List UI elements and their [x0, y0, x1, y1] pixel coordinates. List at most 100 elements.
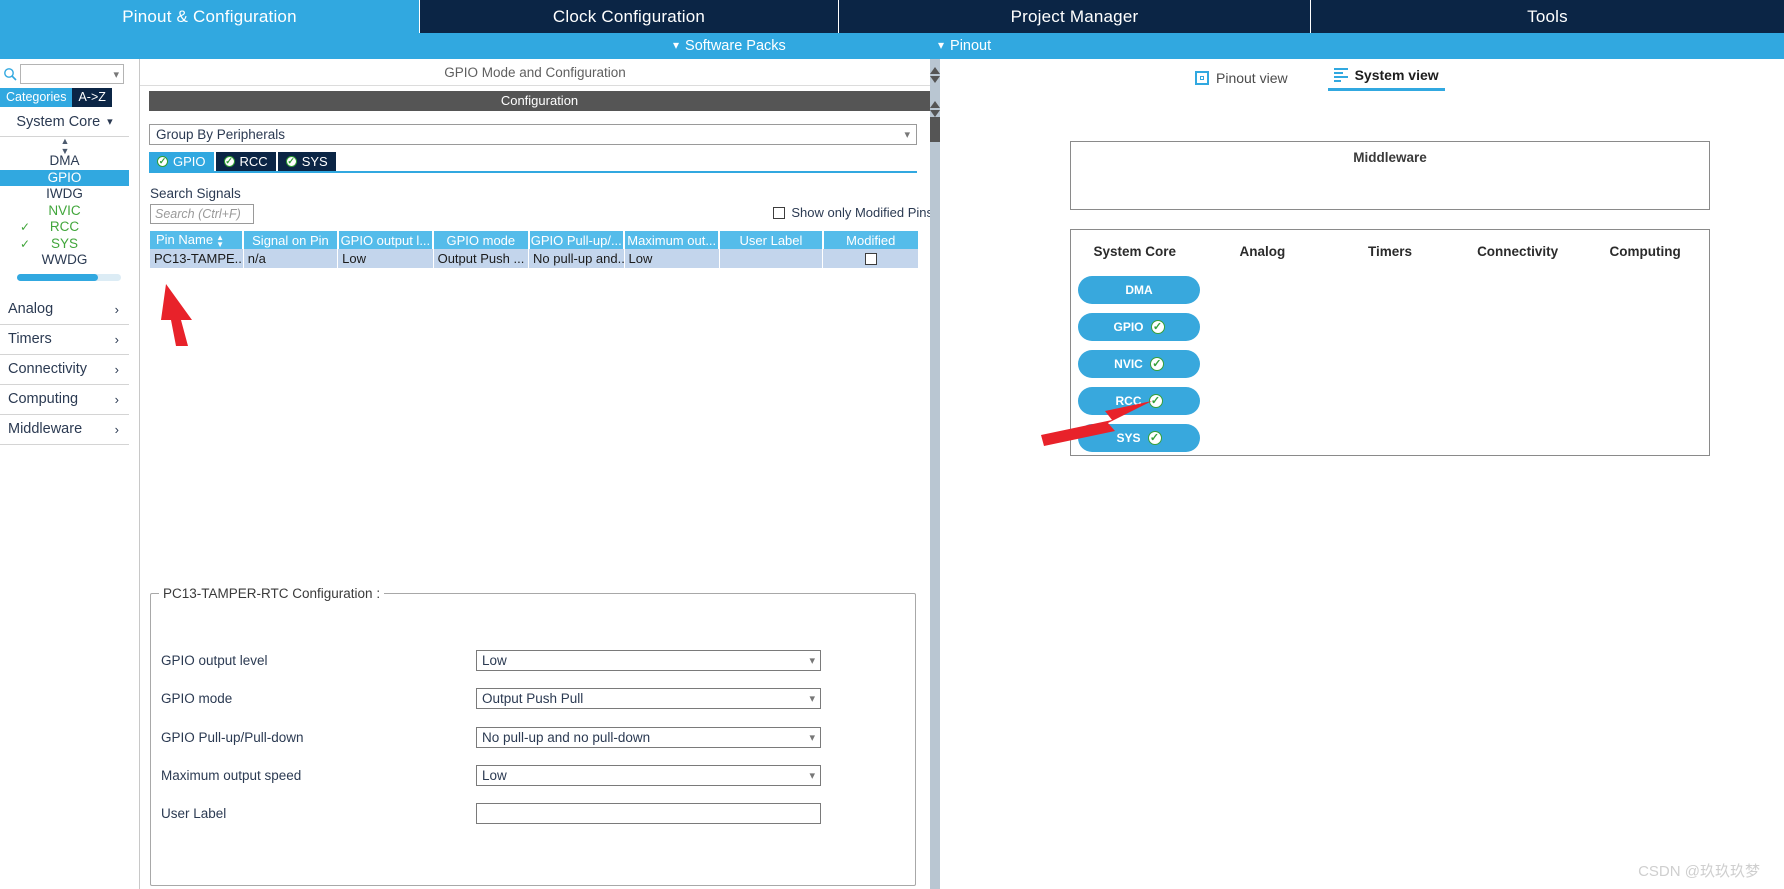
chevron-down-icon: ▾ — [113, 68, 119, 81]
tab-tools-label: Tools — [1527, 7, 1568, 26]
tab-a-to-z[interactable]: A->Z — [72, 88, 112, 107]
sidebar-item-dma[interactable]: DMA — [0, 153, 129, 170]
sidebar-item-nvic[interactable]: NVIC — [0, 203, 129, 220]
show-only-modified-pins-row[interactable]: Show only Modified Pins — [773, 205, 933, 220]
cell-pin-name: PC13-TAMPE... — [150, 249, 244, 268]
sidebar-item-gpio[interactable]: GPIO — [0, 169, 129, 186]
chevron-down-icon: ▾ — [809, 692, 815, 705]
column-header-gpio-mode[interactable]: GPIO mode — [433, 231, 530, 249]
column-header-system-core: System Core — [1093, 244, 1177, 259]
pin-configuration-legend: PC13-TAMPER-RTC Configuration : — [163, 586, 381, 601]
panel-splitter[interactable] — [930, 59, 940, 889]
table-row[interactable]: PC13-TAMPE... n/a Low Output Push ... No… — [150, 249, 918, 268]
sidebar-item-gpio-label: GPIO — [47, 169, 82, 185]
splitter-handle-bottom[interactable] — [930, 101, 940, 117]
column-header-connectivity: Connectivity — [1477, 244, 1559, 259]
category-view-tabs: Categories A->Z — [0, 88, 112, 107]
pill-nvic-label: NVIC — [1114, 357, 1143, 371]
chevron-right-icon: › — [114, 421, 119, 437]
row-modified-checkbox[interactable] — [864, 252, 877, 265]
gpio-output-level-select[interactable]: Low ▾ — [476, 649, 821, 671]
watermark: CSDN @玖玖玖梦 — [1638, 863, 1760, 880]
field-gpio-mode-label: GPIO mode — [161, 690, 233, 706]
pinout-menu[interactable]: ▾ Pinout — [938, 33, 991, 59]
tab-project-manager-label: Project Manager — [1010, 7, 1139, 26]
chevron-right-icon: › — [114, 301, 119, 317]
sidebar-search-input[interactable]: ▾ — [20, 64, 124, 84]
tab-pinout-configuration[interactable]: Pinout & Configuration — [0, 0, 420, 33]
tab-project-manager[interactable]: Project Manager — [839, 0, 1311, 33]
field-maximum-output-speed: Maximum output speed Low ▾ — [161, 764, 901, 786]
sidebar-scrollbar[interactable] — [17, 273, 121, 281]
sidebar-item-iwdg[interactable]: IWDG — [0, 186, 129, 203]
column-header-user-label[interactable]: User Label — [719, 231, 824, 249]
cell-gpio-mode: Output Push ... — [433, 249, 530, 268]
tab-sys[interactable]: ✓ SYS — [277, 152, 336, 171]
cell-maximum-output: Low — [624, 249, 720, 268]
gpio-pull-up-pull-down-value: No pull-up and no pull-down — [482, 729, 651, 745]
peripheral-column-headers: System Core Analog Timers Connectivity C… — [1071, 244, 1709, 259]
show-only-modified-pins-label: Show only Modified Pins — [791, 205, 933, 220]
software-packs-menu[interactable]: ▾ Software Packs — [673, 33, 786, 59]
pinout-label: Pinout — [950, 38, 992, 54]
chevron-right-icon: › — [114, 331, 119, 347]
pill-rcc[interactable]: RCC ✓ — [1078, 387, 1200, 415]
software-packs-label: Software Packs — [685, 38, 786, 54]
column-header-gpio-output-level[interactable]: GPIO output l... — [337, 231, 435, 249]
user-label-input[interactable] — [476, 802, 821, 824]
field-gpio-pull-up-pull-down: GPIO Pull-up/Pull-down No pull-up and no… — [161, 726, 901, 748]
tab-categories[interactable]: Categories — [0, 88, 73, 107]
search-signals-label: Search Signals — [150, 186, 241, 201]
column-header-modified[interactable]: Modified — [822, 231, 918, 249]
search-icon — [0, 63, 20, 85]
tab-gpio[interactable]: ✓ GPIO — [149, 152, 214, 171]
pill-gpio[interactable]: GPIO ✓ — [1078, 313, 1200, 341]
middleware-box: Middleware — [1070, 141, 1710, 210]
pill-dma[interactable]: DMA — [1078, 276, 1200, 304]
sidebar-item-sys[interactable]: ✓ SYS — [0, 236, 129, 253]
peripherals-box: System Core Analog Timers Connectivity C… — [1070, 229, 1710, 456]
sort-handle-icon[interactable]: ▲ ▼ — [0, 136, 129, 156]
system-view-panel: Pinout view System view Middleware Syste… — [955, 59, 1784, 889]
view-tab-bar: Pinout view System view — [1195, 67, 1445, 91]
sidebar-item-wwdg[interactable]: WWDG — [0, 252, 129, 269]
sidebar-group-connectivity[interactable]: Connectivity › — [0, 355, 129, 385]
sub-tool-bar: ▾ Software Packs ▾ Pinout — [0, 33, 1784, 59]
group-by-select[interactable]: Group By Peripherals ▾ — [149, 124, 917, 145]
column-header-signal-on-pin[interactable]: Signal on Pin — [243, 231, 339, 249]
search-signals-input[interactable]: Search (Ctrl+F) — [150, 204, 254, 224]
sidebar-group-timers[interactable]: Timers › — [0, 325, 129, 355]
chevron-down-icon: ▾ — [938, 38, 945, 52]
sidebar-group-analog[interactable]: Analog › — [0, 295, 129, 325]
splitter-handle-top[interactable] — [930, 67, 940, 83]
category-list: System Core ▾ ▲ ▼ DMA GPIO IWDG NVIC ✓ R… — [0, 107, 129, 445]
sidebar-group-system-core[interactable]: System Core ▾ — [0, 107, 129, 137]
sidebar-item-rcc[interactable]: ✓ RCC — [0, 219, 129, 236]
gpio-mode-value: Output Push Pull — [482, 690, 584, 706]
column-header-computing: Computing — [1609, 244, 1681, 259]
chevron-down-icon: ▾ — [107, 116, 113, 128]
tab-system-view[interactable]: System view — [1327, 67, 1445, 91]
sidebar-group-computing[interactable]: Computing › — [0, 385, 129, 415]
check-circle-icon: ✓ — [1148, 394, 1163, 408]
sidebar-group-middleware[interactable]: Middleware › — [0, 415, 129, 445]
gpio-mode-select[interactable]: Output Push Pull ▾ — [476, 687, 821, 709]
tab-clock-configuration[interactable]: Clock Configuration — [420, 0, 839, 33]
column-header-gpio-pull-up[interactable]: GPIO Pull-up/... — [528, 231, 626, 249]
tab-pinout-view[interactable]: Pinout view — [1195, 70, 1288, 91]
column-header-maximum-output[interactable]: Maximum out... — [624, 231, 721, 249]
show-only-modified-pins-checkbox[interactable] — [773, 206, 786, 219]
categories-sidebar: ▾ Categories A->Z System Core ▾ ▲▼ DMA — [0, 59, 140, 889]
system-core-items: ▲ ▼ DMA GPIO IWDG NVIC ✓ RCC ✓ SYS WWDG — [0, 136, 129, 281]
column-header-pin-name[interactable]: Pin Name ▲ ▼ — [150, 231, 245, 249]
gpio-configuration-panel: GPIO Mode and Configuration Configuratio… — [140, 59, 945, 889]
pill-sys[interactable]: SYS ✓ — [1078, 424, 1200, 452]
tab-tools[interactable]: Tools — [1311, 0, 1784, 33]
maximum-output-speed-select[interactable]: Low ▾ — [476, 764, 821, 786]
tab-rcc[interactable]: ✓ RCC — [215, 152, 276, 171]
splitter-grip[interactable] — [930, 117, 940, 142]
field-user-label: User Label — [161, 802, 901, 824]
gpio-output-level-value: Low — [482, 652, 507, 668]
pill-nvic[interactable]: NVIC ✓ — [1078, 350, 1200, 378]
gpio-pull-up-pull-down-select[interactable]: No pull-up and no pull-down ▾ — [476, 726, 821, 748]
